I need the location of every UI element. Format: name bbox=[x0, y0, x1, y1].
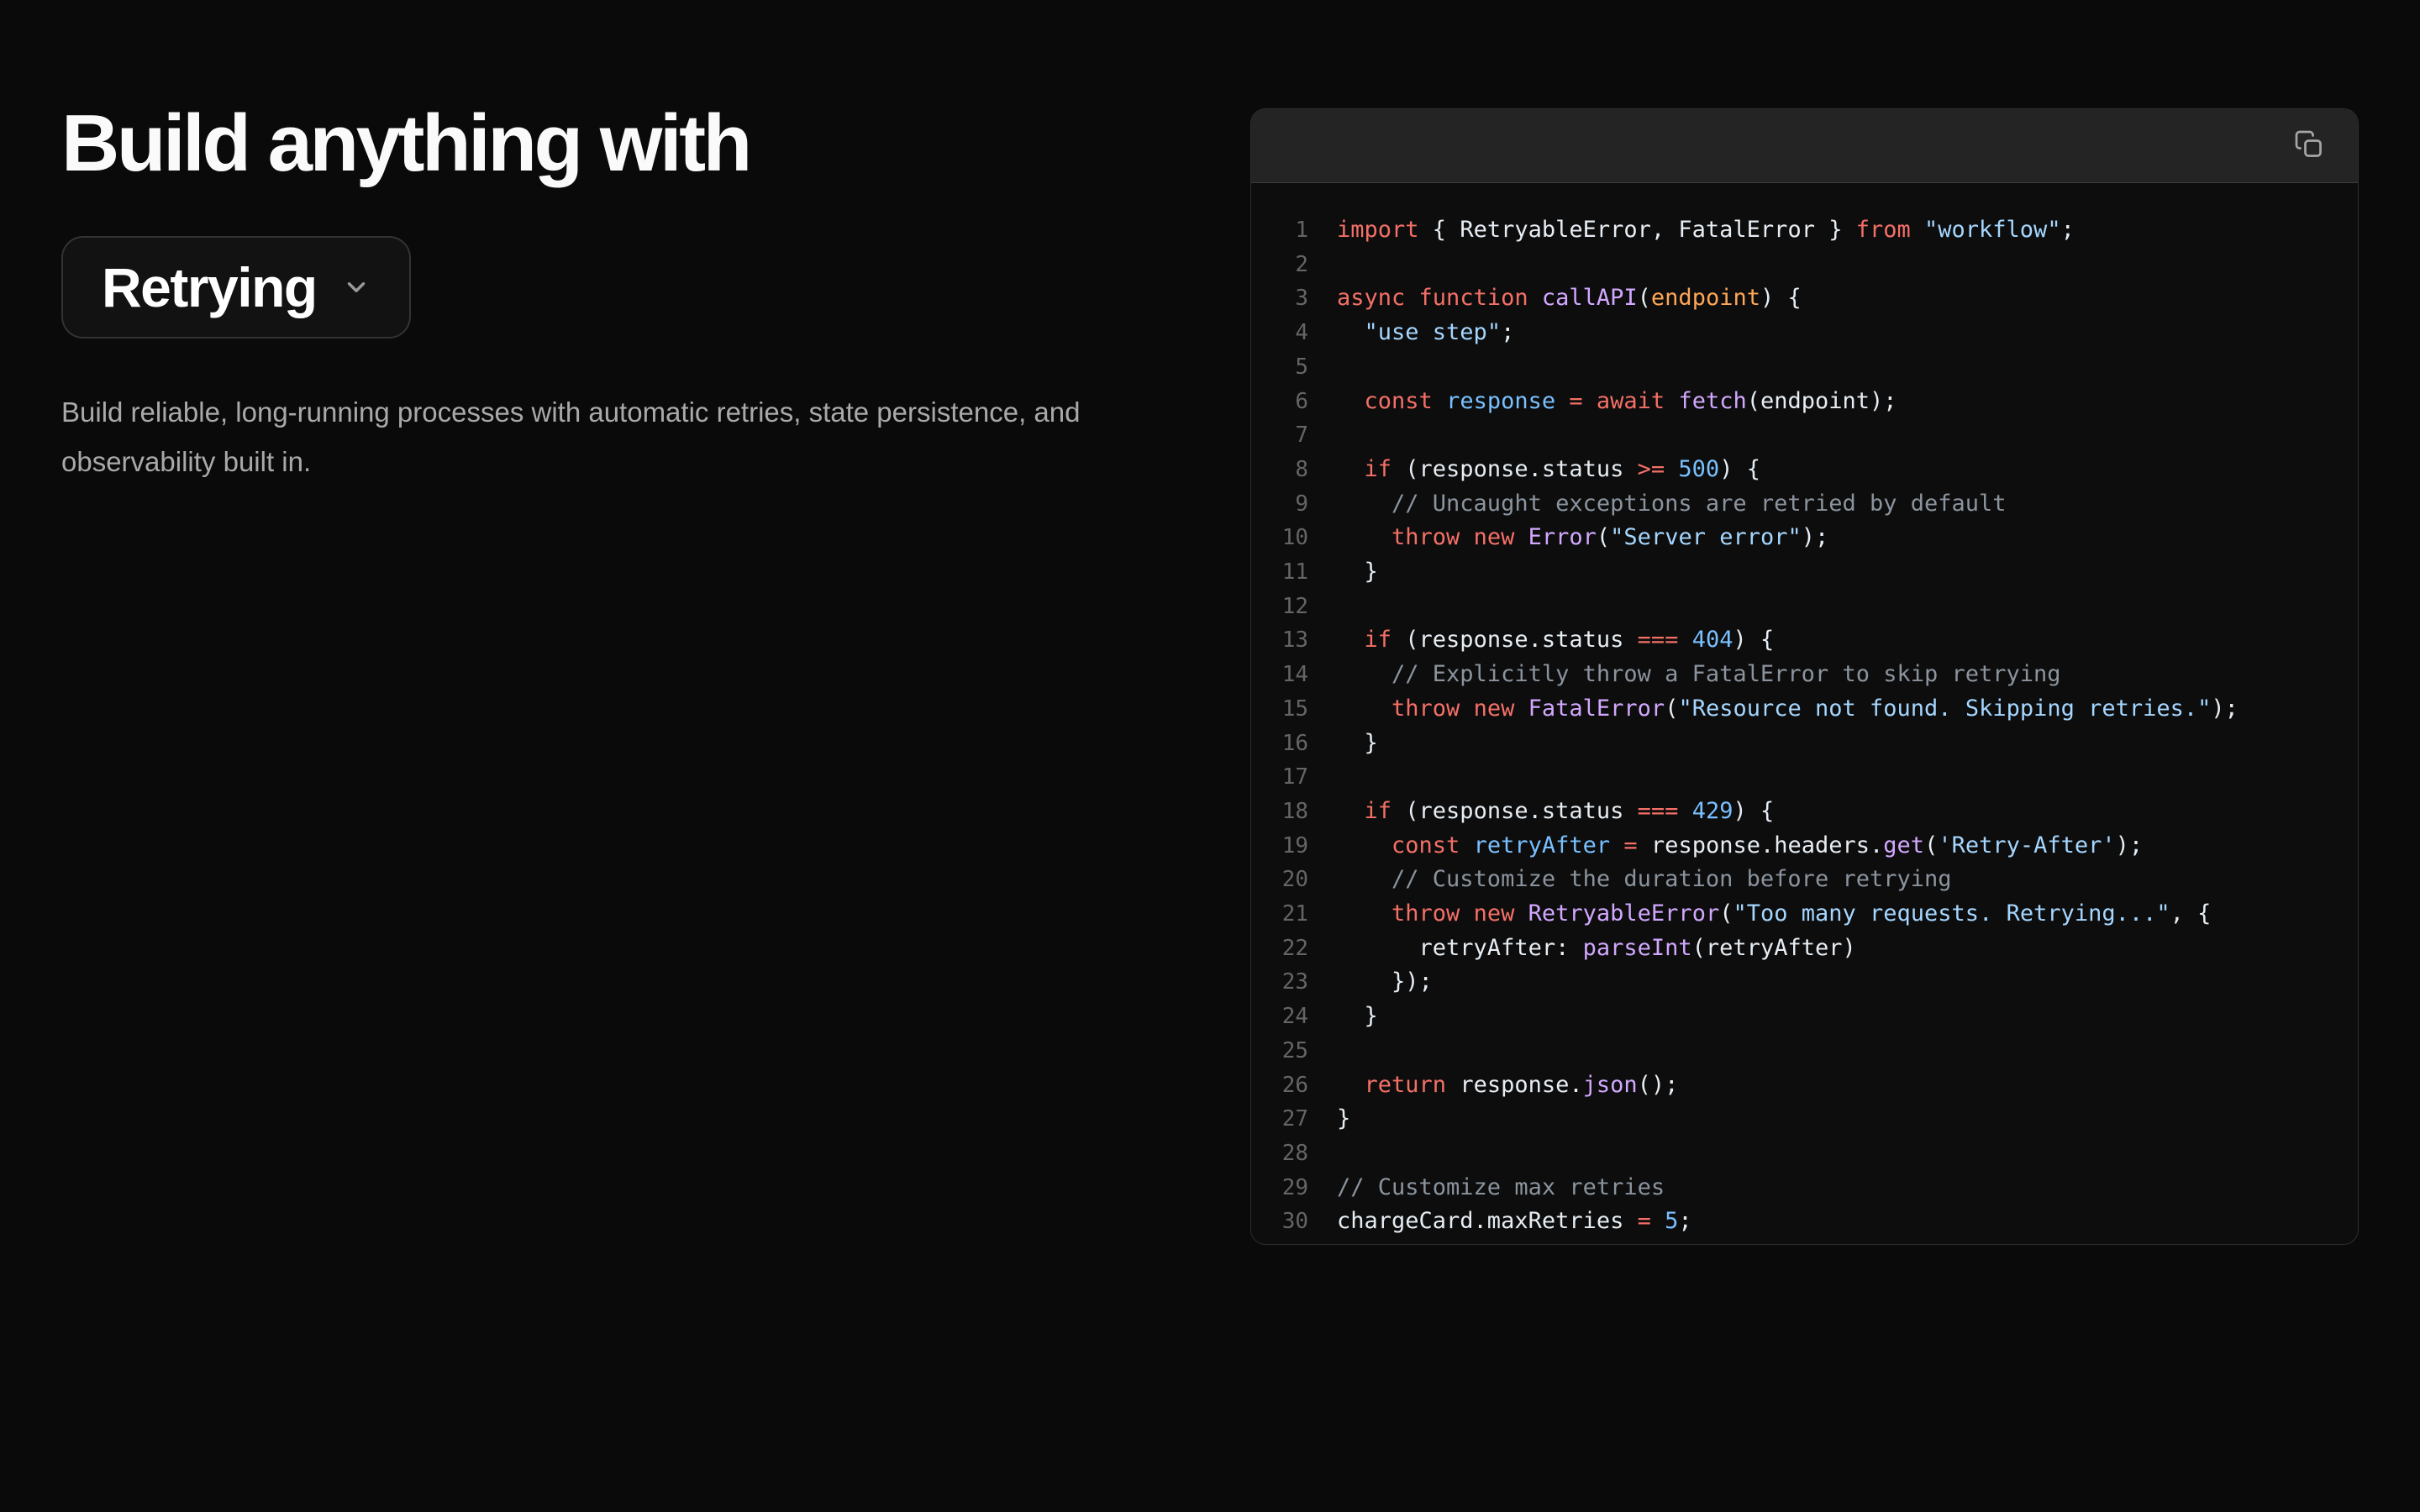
code-line-content: "use step"; bbox=[1337, 316, 1514, 350]
copy-button[interactable] bbox=[2287, 124, 2331, 168]
line-number: 29 bbox=[1251, 1171, 1308, 1205]
code-line: 4 "use step"; bbox=[1251, 316, 2358, 350]
code-line-content: // Customize the duration before retryin… bbox=[1337, 863, 1952, 897]
code-line: 13 if (response.status === 404) { bbox=[1251, 623, 2358, 658]
code-line-content: }); bbox=[1337, 965, 1433, 1000]
feature-dropdown-button[interactable]: Retrying bbox=[61, 236, 411, 339]
line-number: 15 bbox=[1251, 692, 1308, 727]
line-number: 17 bbox=[1251, 760, 1308, 795]
code-line: 1 import { RetryableError, FatalError } f… bbox=[1251, 213, 2358, 248]
code-line-content: throw new Error("Server error"); bbox=[1337, 521, 1828, 555]
code-line: 5 bbox=[1251, 350, 2358, 385]
code-line: 7 bbox=[1251, 418, 2358, 453]
code-line: 6 const response = await fetch(endpoint)… bbox=[1251, 385, 2358, 419]
line-number: 20 bbox=[1251, 863, 1308, 897]
code-line: 2 bbox=[1251, 248, 2358, 282]
line-number: 4 bbox=[1251, 316, 1308, 350]
code-line: 16 } bbox=[1251, 727, 2358, 761]
code-line-content: if (response.status >= 500) { bbox=[1337, 453, 1760, 487]
line-number: 2 bbox=[1251, 248, 1308, 282]
feature-dropdown-label: Retrying bbox=[102, 260, 317, 315]
code-line: 24 } bbox=[1251, 1000, 2358, 1034]
code-line-content: retryAfter: parseInt(retryAfter) bbox=[1337, 932, 1856, 966]
code-line: 20 // Customize the duration before retr… bbox=[1251, 863, 2358, 897]
line-number: 9 bbox=[1251, 487, 1308, 522]
code-line: 9 // Uncaught exceptions are retried by … bbox=[1251, 487, 2358, 522]
code-line-content: if (response.status === 429) { bbox=[1337, 795, 1774, 829]
code-panel-header bbox=[1251, 109, 2358, 183]
page-description: Build reliable, long-running processes w… bbox=[61, 387, 1213, 486]
line-number: 11 bbox=[1251, 555, 1308, 590]
line-number: 12 bbox=[1251, 590, 1308, 624]
line-number: 10 bbox=[1251, 521, 1308, 555]
chevron-down-icon bbox=[342, 273, 371, 302]
line-number: 18 bbox=[1251, 795, 1308, 829]
code-line-content: // Uncaught exceptions are retried by de… bbox=[1337, 487, 2007, 522]
line-number: 25 bbox=[1251, 1034, 1308, 1068]
code-line: 28 bbox=[1251, 1137, 2358, 1171]
code-line-content: } bbox=[1337, 727, 1378, 761]
line-number: 27 bbox=[1251, 1102, 1308, 1137]
code-line: 23 }); bbox=[1251, 965, 2358, 1000]
code-panel: 1 import { RetryableError, FatalError } f… bbox=[1250, 108, 2359, 1245]
line-number: 26 bbox=[1251, 1068, 1308, 1103]
code-line-content: async function callAPI(endpoint) { bbox=[1337, 281, 1802, 316]
code-line: 21 throw new RetryableError("Too many re… bbox=[1251, 897, 2358, 932]
line-number: 1 bbox=[1251, 213, 1308, 248]
code-line-content: } bbox=[1337, 1000, 1378, 1034]
line-number: 28 bbox=[1251, 1137, 1308, 1171]
hero-section: Build anything with Retrying Build relia… bbox=[61, 99, 1238, 514]
line-number: 16 bbox=[1251, 727, 1308, 761]
code-line-content: if (response.status === 404) { bbox=[1337, 623, 1774, 658]
line-number: 21 bbox=[1251, 897, 1308, 932]
code-line-content: import { RetryableError, FatalError } fr… bbox=[1337, 213, 2075, 248]
line-number: 30 bbox=[1251, 1205, 1308, 1239]
code-line: 14 // Explicitly throw a FatalError to s… bbox=[1251, 658, 2358, 692]
code-line-content: // Explicitly throw a FatalError to skip… bbox=[1337, 658, 2061, 692]
code-line: 29 // Customize max retries bbox=[1251, 1171, 2358, 1205]
code-line-content: throw new FatalError("Resource not found… bbox=[1337, 692, 2238, 727]
code-line-content: chargeCard.maxRetries = 5; bbox=[1337, 1205, 1692, 1239]
code-line: 19 const retryAfter = response.headers.g… bbox=[1251, 829, 2358, 864]
line-number: 19 bbox=[1251, 829, 1308, 864]
code-line: 8 if (response.status >= 500) { bbox=[1251, 453, 2358, 487]
code-line-content: return response.json(); bbox=[1337, 1068, 1678, 1103]
line-number: 8 bbox=[1251, 453, 1308, 487]
line-number: 3 bbox=[1251, 281, 1308, 316]
code-line: 15 throw new FatalError("Resource not fo… bbox=[1251, 692, 2358, 727]
code-line: 26 return response.json(); bbox=[1251, 1068, 2358, 1103]
line-number: 6 bbox=[1251, 385, 1308, 419]
copy-icon bbox=[2294, 129, 2324, 162]
code-editor: 1 import { RetryableError, FatalError } f… bbox=[1251, 183, 2358, 1245]
line-number: 24 bbox=[1251, 1000, 1308, 1034]
code-line: 10 throw new Error("Server error"); bbox=[1251, 521, 2358, 555]
code-line: 3 async function callAPI(endpoint) { bbox=[1251, 281, 2358, 316]
code-line: 22 retryAfter: parseInt(retryAfter) bbox=[1251, 932, 2358, 966]
line-number: 23 bbox=[1251, 965, 1308, 1000]
line-number: 22 bbox=[1251, 932, 1308, 966]
code-line-content: } bbox=[1337, 555, 1378, 590]
code-line: 18 if (response.status === 429) { bbox=[1251, 795, 2358, 829]
code-line: 11 } bbox=[1251, 555, 2358, 590]
line-number: 7 bbox=[1251, 418, 1308, 453]
code-lines: 1 import { RetryableError, FatalError } f… bbox=[1251, 213, 2358, 1239]
code-line: 27} bbox=[1251, 1102, 2358, 1137]
line-number: 13 bbox=[1251, 623, 1308, 658]
code-line: 30 chargeCard.maxRetries = 5; bbox=[1251, 1205, 2358, 1239]
code-line-content: throw new RetryableError("Too many reque… bbox=[1337, 897, 2211, 932]
code-line-content: const response = await fetch(endpoint); bbox=[1337, 385, 1897, 419]
page-title: Build anything with bbox=[61, 99, 1238, 188]
code-line-content: } bbox=[1337, 1102, 1350, 1137]
code-line-content: const retryAfter = response.headers.get(… bbox=[1337, 829, 2143, 864]
code-line: 12 bbox=[1251, 590, 2358, 624]
line-number: 14 bbox=[1251, 658, 1308, 692]
code-line-content: // Customize max retries bbox=[1337, 1171, 1665, 1205]
code-line: 17 bbox=[1251, 760, 2358, 795]
code-line: 25 bbox=[1251, 1034, 2358, 1068]
line-number: 5 bbox=[1251, 350, 1308, 385]
